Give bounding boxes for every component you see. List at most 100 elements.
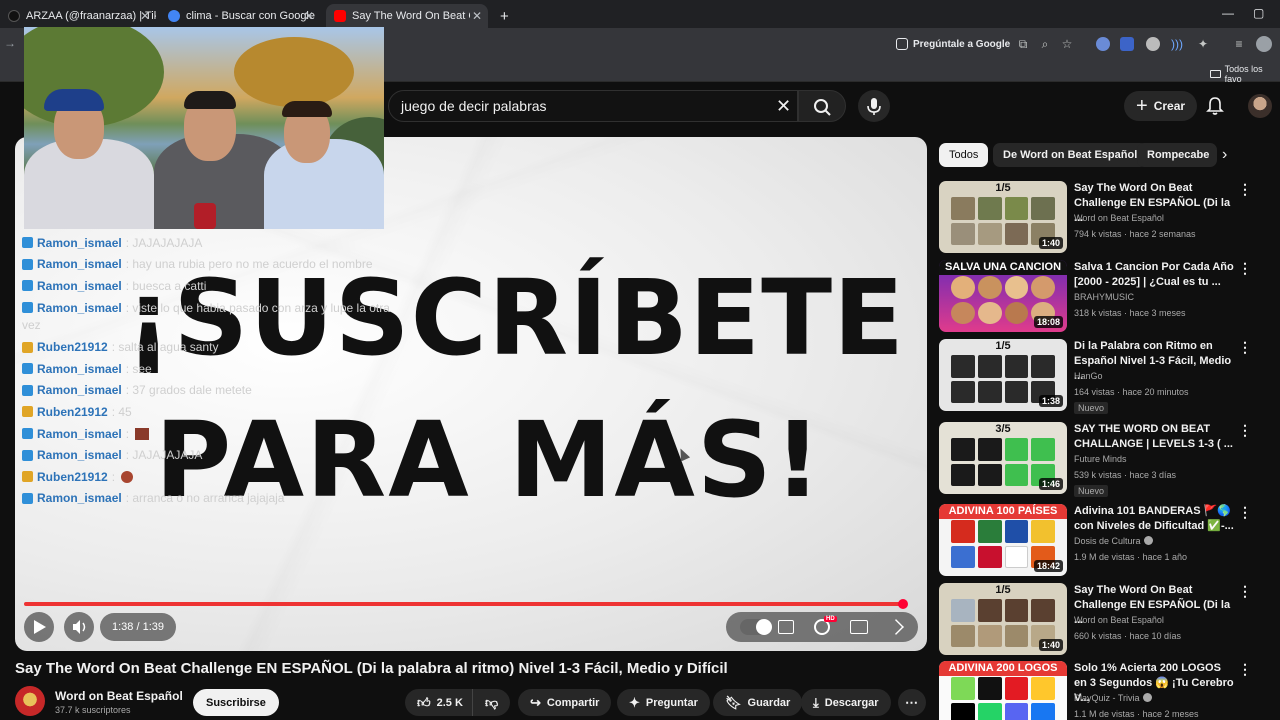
more-vertical-icon[interactable]: ⋮ <box>1238 661 1252 678</box>
recommendation-channel[interactable]: BRAHYMUSIC <box>1074 292 1134 302</box>
star-icon[interactable]: ☆ <box>1060 37 1074 51</box>
close-tab-icon[interactable]: ✕ <box>140 9 150 23</box>
volume-button[interactable] <box>64 612 94 642</box>
save-button[interactable]: 🔖︎ Guardar <box>713 689 803 716</box>
extension-icon[interactable] <box>1096 37 1110 51</box>
video-thumbnail[interactable]: 1/5 1:40 <box>939 583 1067 655</box>
chat-username: Ramon_ismael <box>37 257 122 272</box>
video-thumbnail[interactable]: 1/5 1:38 <box>939 339 1067 411</box>
chat-badge-icon <box>22 302 33 314</box>
theater-mode-icon[interactable] <box>850 620 868 634</box>
video-thumbnail[interactable]: 1/5 1:40 <box>939 181 1067 253</box>
more-vertical-icon[interactable]: ⋮ <box>1238 260 1252 277</box>
channel-label: Dosis de Cultura <box>1074 536 1141 546</box>
recommendation-item[interactable]: 1/5 1:38 Di la Palabra con Ritmo en Espa… <box>939 339 1269 414</box>
ask-google-button[interactable]: Pregúntale a Google <box>896 34 1010 54</box>
chat-badge-icon <box>22 384 33 396</box>
close-tab-icon[interactable]: ✕ <box>304 9 314 23</box>
chip-channel[interactable]: De Word on Beat Español <box>993 143 1148 167</box>
subtitles-icon[interactable] <box>778 620 794 634</box>
notifications-bell-icon[interactable] <box>1204 95 1226 117</box>
audio-icon[interactable]: ))) <box>1170 37 1184 51</box>
progress-bar[interactable] <box>24 602 903 606</box>
tab-google[interactable]: clima - Buscar con Google ✕ <box>160 4 320 28</box>
thumbnail-grid <box>951 677 1055 720</box>
recommendation-item[interactable]: ADIVINA 100 PAÍSES 18:42 Adivina 101 BAN… <box>939 504 1269 576</box>
progress-scrubber[interactable] <box>898 599 908 609</box>
verified-check-icon <box>1142 693 1152 702</box>
dislike-button[interactable]: 👎︎ <box>472 689 511 716</box>
chevron-right-icon[interactable]: › <box>1222 146 1227 164</box>
volume-icon <box>73 620 86 634</box>
recommendation-title[interactable]: Salva 1 Cancion Por Cada Año [2000 - 202… <box>1074 260 1234 290</box>
chat-text-continuation: vez <box>22 318 41 333</box>
more-vertical-icon[interactable]: ⋮ <box>1238 583 1252 600</box>
cast-icon[interactable]: ⧉ <box>1016 37 1030 51</box>
recommendation-meta: 318 k vistas · hace 3 meses <box>1074 308 1186 318</box>
like-button[interactable]: 👍︎ 2.5 K <box>405 689 475 716</box>
share-button[interactable]: ↪ Compartir <box>518 689 612 716</box>
video-thumbnail[interactable]: ADIVINA 200 LOGOS <box>939 661 1067 720</box>
extension-icon[interactable] <box>1120 37 1134 51</box>
recommendation-item[interactable]: 1/5 1:40 Say The Word On Beat Challenge … <box>939 181 1269 253</box>
tab-youtube[interactable]: Say The Word On Beat Challeng ✕ <box>326 4 488 28</box>
tab-label: clima - Buscar con Google <box>186 10 315 22</box>
recommendation-item[interactable]: 1/5 1:40 Say The Word On Beat Challenge … <box>939 583 1269 655</box>
recommendation-item[interactable]: SALVA UNA CANCION 18:08 Salva 1 Cancion … <box>939 260 1269 332</box>
fullscreen-icon[interactable] <box>888 619 904 635</box>
recommendation-item[interactable]: ADIVINA 200 LOGOS Solo 1% Acierta 200 LO… <box>939 661 1269 720</box>
recommendation-title[interactable]: Adivina 101 BANDERAS 🚩🌎 con Niveles de D… <box>1074 504 1234 534</box>
like-count: 2.5 K <box>436 696 463 709</box>
recommendation-channel[interactable]: Word on Beat Español <box>1074 213 1164 223</box>
download-button[interactable]: ⤓ Descargar <box>801 689 891 716</box>
more-vertical-icon[interactable]: ⋮ <box>1238 181 1252 198</box>
recommendation-channel[interactable]: Future Minds <box>1074 454 1127 464</box>
forward-icon[interactable]: → <box>4 36 16 50</box>
new-badge: Nuevo <box>1074 485 1109 497</box>
close-tab-icon[interactable]: ✕ <box>472 9 482 23</box>
minimize-icon[interactable]: — <box>1222 6 1234 20</box>
chip-puzzle[interactable]: Rompecabe <box>1137 143 1217 167</box>
new-badge: Nuevo <box>1074 402 1109 414</box>
ask-button[interactable]: ✦ Preguntar <box>617 689 710 716</box>
more-vertical-icon[interactable]: ⋮ <box>1238 504 1252 521</box>
channel-avatar[interactable] <box>15 686 45 716</box>
subscribe-button[interactable]: Suscribirse <box>193 689 279 716</box>
recommendation-channel[interactable]: Word on Beat Español <box>1074 615 1164 625</box>
more-actions-button[interactable]: ⋯ <box>898 689 926 716</box>
voice-search-button[interactable] <box>858 90 890 122</box>
recommendation-title[interactable]: SAY THE WORD ON BEAT CHALLANGE | LEVELS … <box>1074 422 1234 452</box>
recommendation-channel[interactable]: Dosis de Cultura <box>1074 536 1153 546</box>
search-input[interactable]: juego de decir palabras <box>388 90 798 122</box>
extensions-puzzle-icon[interactable]: ✦ <box>1196 37 1210 51</box>
all-bookmarks[interactable]: Todos los favo <box>1210 64 1280 84</box>
autoplay-toggle[interactable] <box>740 619 772 635</box>
zoom-icon[interactable]: ⌕ <box>1038 37 1052 51</box>
clear-search-icon[interactable]: ✕ <box>776 96 791 117</box>
autoplay-knob <box>756 619 772 635</box>
channel-name[interactable]: Word on Beat Español <box>55 689 183 703</box>
chat-message: Ruben21912: salta al agua santy <box>22 336 412 358</box>
new-tab-button[interactable]: + <box>492 4 516 28</box>
create-button[interactable]: + Crear <box>1124 91 1198 121</box>
video-thumbnail[interactable]: SALVA UNA CANCION 18:08 <box>939 260 1067 332</box>
duration-badge: 18:08 <box>1033 316 1063 328</box>
play-button[interactable] <box>24 612 54 642</box>
video-thumbnail[interactable]: ADIVINA 100 PAÍSES 18:42 <box>939 504 1067 576</box>
media-icon[interactable]: ≡ <box>1232 37 1246 51</box>
time-display: 1:38 / 1:39 <box>100 613 176 641</box>
maximize-icon[interactable]: ▢ <box>1253 6 1264 20</box>
search-button[interactable] <box>798 90 846 122</box>
user-avatar[interactable] <box>1248 94 1272 118</box>
profile-icon[interactable] <box>1256 36 1272 52</box>
recommendation-channel[interactable]: PlayQuiz - Trivia <box>1074 693 1152 703</box>
more-vertical-icon[interactable]: ⋮ <box>1238 422 1252 439</box>
extension-icon[interactable] <box>1146 37 1160 51</box>
recommendation-channel[interactable]: HanGo <box>1074 371 1103 381</box>
chip-todos[interactable]: Todos <box>939 143 989 167</box>
tab-tiktok[interactable]: ARZAA (@fraanarzaa) | TikTok ✕ <box>0 4 156 28</box>
recommendation-item[interactable]: 3/5 1:46 SAY THE WORD ON BEAT CHALLANGE … <box>939 422 1269 497</box>
video-thumbnail[interactable]: 3/5 1:46 <box>939 422 1067 494</box>
duration-badge: 1:40 <box>1038 237 1063 249</box>
more-vertical-icon[interactable]: ⋮ <box>1238 339 1252 356</box>
